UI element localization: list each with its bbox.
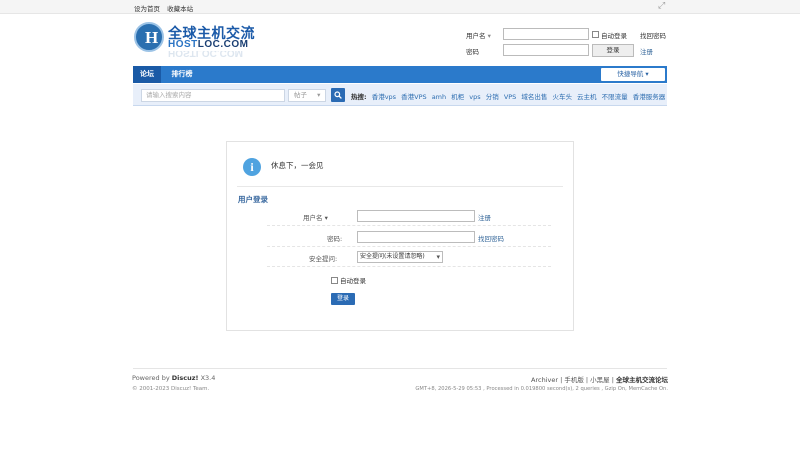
panel-register-link[interactable]: 注册 bbox=[478, 212, 491, 222]
hot-item[interactable]: 香港服务器 bbox=[633, 93, 666, 101]
username-label: 用户名 ▾ bbox=[466, 32, 491, 40]
main-nav: 论坛 排行榜 快捷导航 ▾ bbox=[133, 66, 667, 83]
top-bar: 设为首页 收藏本站 ⤢ bbox=[0, 0, 800, 14]
footer-links: Archiver | 手机版 | 小黑屋 | 全球主机交流论坛 bbox=[531, 376, 668, 384]
hot-item[interactable]: 云主机 bbox=[577, 93, 597, 101]
hot-item[interactable]: 域名出售 bbox=[521, 93, 547, 101]
discuz-link[interactable]: Discuz! bbox=[172, 374, 199, 382]
security-label: 安全提问: bbox=[309, 255, 338, 263]
search-icon bbox=[334, 91, 342, 99]
username-input[interactable] bbox=[503, 28, 589, 40]
site-logo[interactable]: H 全球主机交流 HOSTLOC.COM HOSTLOC.COM bbox=[134, 22, 274, 58]
bookmark-link[interactable]: 收藏本站 bbox=[167, 5, 193, 13]
security-question-select[interactable]: 安全提问(未设置请忽略) bbox=[357, 251, 443, 263]
notice-message: 休息下，一会见 bbox=[271, 161, 324, 170]
hot-item[interactable]: 机柜 bbox=[451, 93, 464, 101]
hot-item[interactable]: 香港VPS bbox=[401, 93, 427, 101]
hot-item[interactable]: VPS bbox=[504, 93, 517, 101]
search-type-select[interactable]: 帖子 ▾ bbox=[288, 89, 326, 102]
hot-searches: 热搜: 香港vps 香港VPS amh 机柜 vps 分销 VPS 域名出售 火… bbox=[351, 91, 665, 101]
tab-forum[interactable]: 论坛 bbox=[133, 66, 161, 83]
panel-forgot-link[interactable]: 找回密码 bbox=[478, 233, 504, 243]
password-label: 密码 bbox=[466, 48, 479, 56]
auto-login-checkbox[interactable] bbox=[331, 277, 338, 284]
info-icon: i bbox=[243, 158, 261, 176]
password-input[interactable] bbox=[503, 44, 589, 56]
chevron-down-icon: ▾ bbox=[645, 70, 649, 78]
password-label: 密码: bbox=[327, 235, 343, 243]
footer-divider bbox=[133, 368, 667, 369]
username-row: 用户名 ▾ 注册 bbox=[267, 208, 551, 226]
auto-login-label: 自动登录 bbox=[601, 32, 627, 40]
powered-by: Powered by Discuz! X3.4 bbox=[132, 374, 216, 382]
auto-login-checkbox[interactable] bbox=[592, 31, 599, 38]
search-bar: 请输入搜索内容 帖子 ▾ 热搜: 香港vps 香港VPS amh 机柜 vps … bbox=[133, 84, 667, 106]
hot-item[interactable]: 不限流量 bbox=[602, 93, 628, 101]
divider bbox=[237, 186, 563, 187]
username-label: 用户名 ▾ bbox=[303, 214, 328, 222]
panel-username-input[interactable] bbox=[357, 210, 475, 222]
hot-item[interactable]: 香港vps bbox=[372, 93, 396, 101]
auto-login[interactable]: 自动登录 bbox=[331, 275, 366, 285]
quick-nav-button[interactable]: 快捷导航 ▾ bbox=[601, 68, 665, 81]
forum-home-link[interactable]: 全球主机交流论坛 bbox=[616, 376, 668, 384]
mobile-link[interactable]: 手机版 bbox=[564, 376, 584, 384]
login-panel: i 休息下，一会见 用户登录 用户名 ▾ 注册 密码: 找回密码 安全提问: 安… bbox=[226, 141, 574, 331]
hot-item[interactable]: 分销 bbox=[486, 93, 499, 101]
hot-item[interactable]: amh bbox=[432, 93, 446, 101]
hot-item[interactable]: 火车头 bbox=[552, 93, 572, 101]
archiver-link[interactable]: Archiver bbox=[531, 376, 558, 384]
chevron-down-icon: ▾ bbox=[317, 91, 321, 99]
password-row: 密码: 找回密码 bbox=[267, 229, 551, 247]
login-title: 用户登录 bbox=[238, 195, 268, 204]
set-home-link[interactable]: 设为首页 bbox=[134, 5, 160, 13]
search-input[interactable]: 请输入搜索内容 bbox=[141, 89, 285, 102]
top-links: 设为首页 收藏本站 bbox=[134, 3, 198, 13]
header-login: 用户名 ▾ 自动登录 找回密码 密码 登录 注册 bbox=[462, 28, 672, 60]
panel-login-button[interactable]: 登录 bbox=[331, 293, 355, 305]
copyright: © 2001-2023 Discuz! Team. bbox=[132, 386, 210, 392]
logo-mark: H bbox=[134, 22, 164, 52]
panel-password-input[interactable] bbox=[357, 231, 475, 243]
register-link[interactable]: 注册 bbox=[640, 46, 653, 56]
search-button[interactable] bbox=[331, 88, 345, 102]
login-button[interactable]: 登录 bbox=[592, 44, 634, 57]
hot-label: 热搜: bbox=[351, 93, 367, 101]
expand-icon[interactable]: ⤢ bbox=[658, 2, 667, 11]
security-row: 安全提问: 安全提问(未设置请忽略) bbox=[267, 249, 551, 267]
footer-tech-info: GMT+8, 2026-5-29 05:53 , Processed in 0.… bbox=[415, 386, 668, 392]
blackroom-link[interactable]: 小黑屋 bbox=[590, 376, 610, 384]
dropdown-icon[interactable]: ▾ bbox=[488, 32, 491, 40]
hot-item[interactable]: vps bbox=[469, 93, 480, 101]
dropdown-icon[interactable]: ▾ bbox=[325, 214, 328, 222]
tab-ranking[interactable]: 排行榜 bbox=[165, 66, 199, 83]
forgot-password-link[interactable]: 找回密码 bbox=[640, 30, 666, 40]
logo-reflection: HOSTLOC.COM bbox=[168, 51, 243, 58]
logo-title-en: HOSTLOC.COM bbox=[168, 39, 249, 50]
